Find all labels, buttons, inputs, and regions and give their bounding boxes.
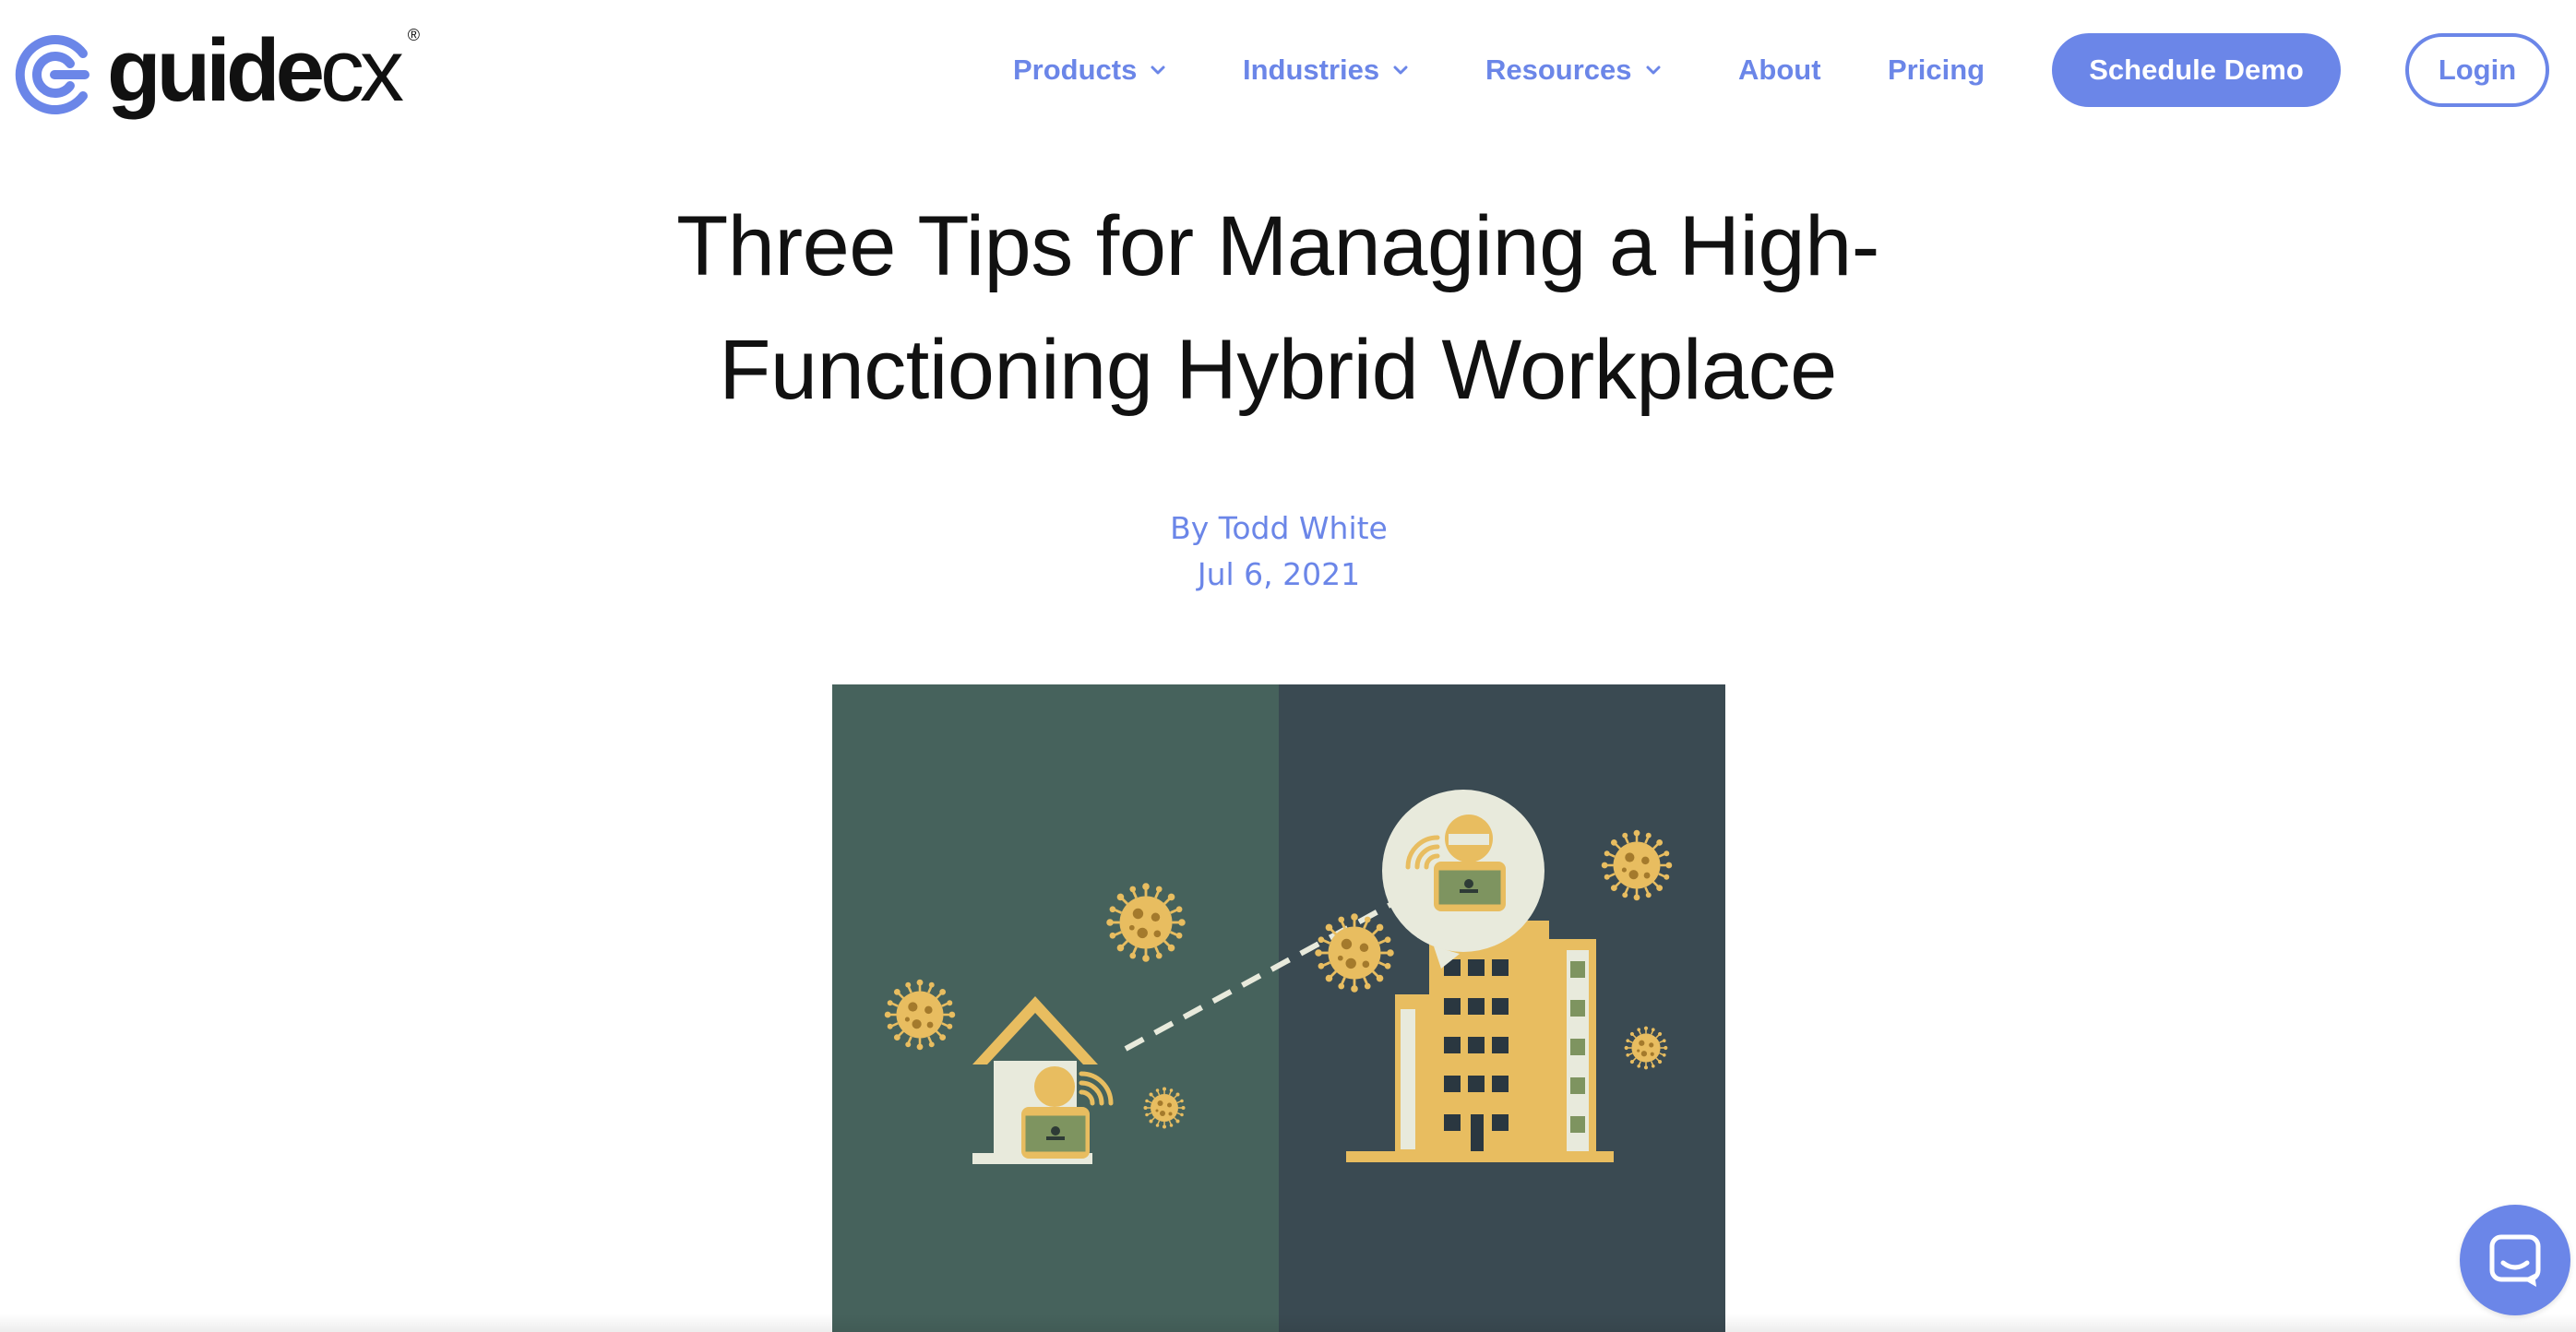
- virus-icon: [1600, 828, 1674, 902]
- nav-industries[interactable]: Industries: [1243, 33, 1409, 107]
- article-author[interactable]: By Todd White: [1011, 505, 1546, 552]
- article-date: Jul 6, 2021: [1197, 556, 1361, 592]
- page: guidecx ® Products Industries Resources A…: [0, 0, 2576, 1332]
- viewport-bottom-shade: [0, 1314, 2576, 1332]
- virus-icon: [1104, 881, 1187, 964]
- nav-industries-label: Industries: [1243, 54, 1380, 86]
- main-nav: Products Industries Resources About Pric…: [0, 33, 2576, 107]
- nav-about[interactable]: About: [1738, 33, 1821, 107]
- chat-bubble-icon: [2489, 1234, 2541, 1287]
- nav-resources-label: Resources: [1485, 54, 1632, 86]
- nav-products[interactable]: Products: [1013, 33, 1166, 107]
- virus-icon: [1142, 1086, 1187, 1130]
- login-button[interactable]: Login: [2405, 33, 2549, 107]
- virus-icon: [1313, 911, 1396, 994]
- hybrid-workplace-illustration: [832, 684, 1725, 1332]
- article-title: Three Tips for Managing a High-Functioni…: [676, 199, 1879, 417]
- nav-pricing[interactable]: Pricing: [1888, 33, 1985, 107]
- chat-launcher-button[interactable]: [2460, 1205, 2570, 1315]
- nav-products-label: Products: [1013, 54, 1138, 86]
- chevron-down-icon: [1393, 65, 1408, 75]
- schedule-demo-button[interactable]: Schedule Demo: [2052, 33, 2341, 107]
- virus-icon: [1623, 1025, 1669, 1071]
- virus-icon: [883, 978, 957, 1052]
- nav-about-label: About: [1738, 54, 1821, 86]
- site-header: guidecx ® Products Industries Resources A…: [0, 0, 2576, 148]
- chevron-down-icon: [1151, 65, 1165, 75]
- nav-pricing-label: Pricing: [1888, 54, 1986, 86]
- chevron-down-icon: [1646, 65, 1661, 75]
- hero-image: [832, 684, 1725, 1332]
- nav-resources[interactable]: Resources: [1485, 33, 1662, 107]
